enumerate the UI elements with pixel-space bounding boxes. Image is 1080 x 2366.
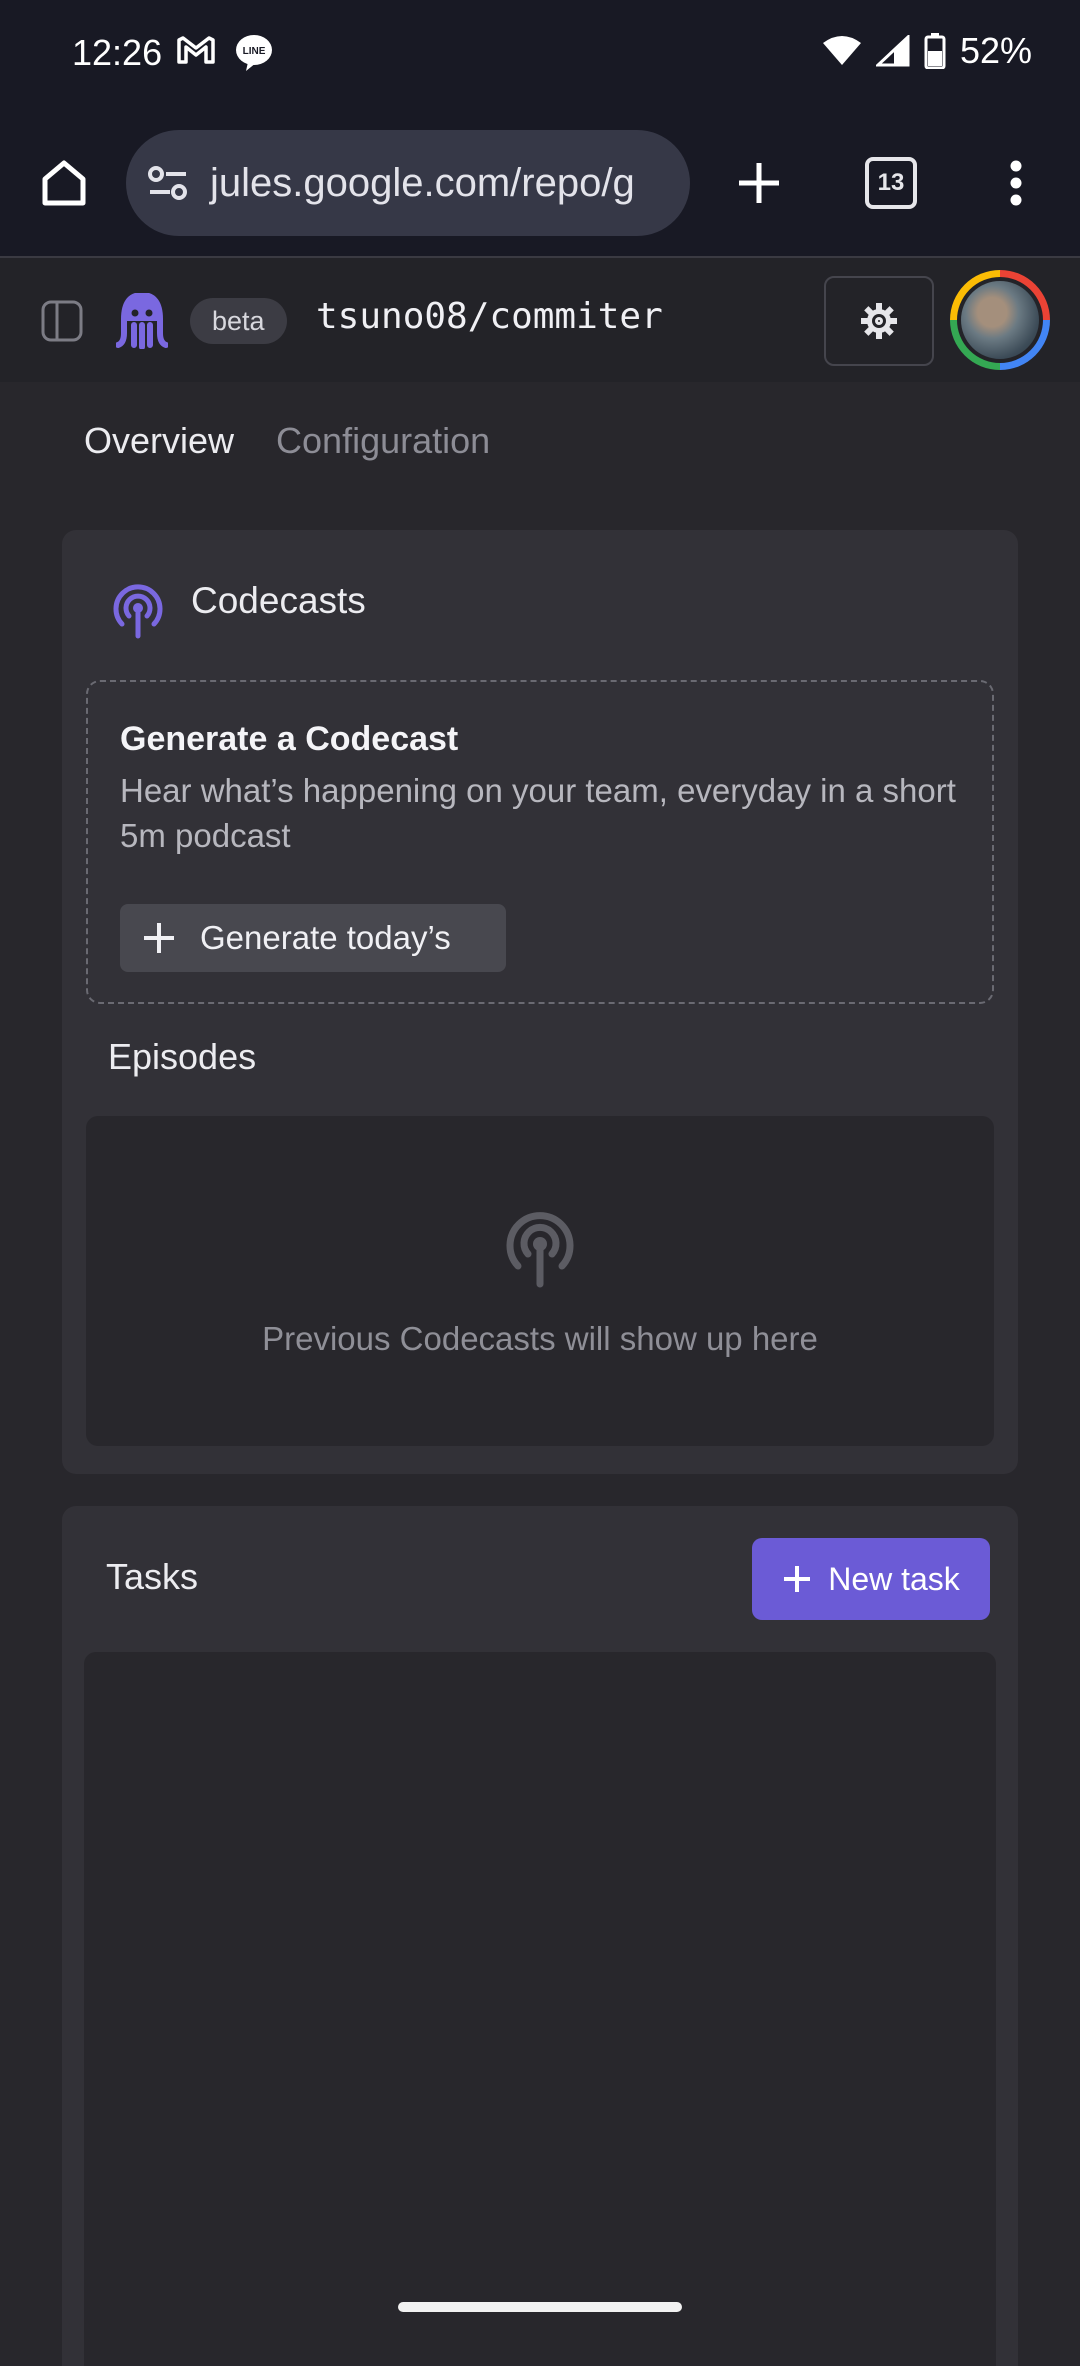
tab-configuration[interactable]: Configuration — [276, 420, 490, 462]
battery-icon — [924, 33, 946, 69]
new-tab-button[interactable] — [726, 150, 792, 216]
sidebar-toggle-icon — [41, 300, 83, 342]
episodes-title: Episodes — [108, 1036, 257, 1077]
plus-icon — [739, 163, 779, 203]
new-task-button[interactable]: New task — [752, 1538, 990, 1620]
gear-icon — [861, 303, 897, 339]
system-icons: 52% — [822, 30, 1032, 72]
settings-button[interactable] — [824, 276, 934, 366]
notification-icons: LINE — [176, 34, 274, 72]
wifi-icon — [822, 36, 861, 65]
battery-level: 52% — [959, 30, 1032, 71]
more-vert-icon — [1010, 160, 1022, 206]
sidebar-toggle-button[interactable] — [36, 296, 88, 346]
home-button[interactable] — [30, 148, 98, 216]
page-tabs: Overview Configuration — [84, 420, 490, 462]
svg-text:LINE: LINE — [243, 46, 266, 57]
repo-name: tsuno08/commiter — [316, 296, 663, 337]
beta-badge: beta — [190, 298, 287, 344]
gmail-icon — [177, 36, 215, 64]
browser-menu-button[interactable] — [990, 150, 1042, 216]
tab-switcher-button[interactable]: 13 — [858, 150, 924, 216]
gesture-nav-bar[interactable] — [398, 2302, 682, 2312]
tasks-title: Tasks — [106, 1556, 199, 1597]
podcast-icon — [113, 584, 163, 639]
jules-logo[interactable] — [114, 292, 170, 350]
status-bar: 12:26 LINE 52% — [0, 0, 1080, 110]
new-task-label: New task — [828, 1560, 960, 1597]
generate-title: Generate a Codecast — [120, 720, 459, 758]
plus-icon — [144, 923, 174, 953]
site-settings-icon[interactable] — [146, 163, 190, 203]
avatar-image — [957, 277, 1043, 363]
address-bar[interactable]: jules.google.com/repo/g — [126, 130, 690, 236]
generate-today-label: Generate today’s — [200, 919, 451, 956]
app-header: beta tsuno08/commiter — [0, 256, 1080, 382]
podcast-empty-icon — [506, 1212, 574, 1288]
generate-today-button[interactable]: Generate today’s — [120, 904, 506, 972]
home-icon — [42, 160, 86, 206]
url-text: jules.google.com/repo/g — [210, 160, 635, 205]
tasks-list — [84, 1652, 996, 2366]
account-avatar[interactable] — [950, 270, 1050, 370]
tab-count: 13 — [865, 157, 917, 209]
line-icon: LINE — [236, 35, 272, 71]
episodes-empty-text: Previous Codecasts will show up here — [262, 1320, 818, 1357]
browser-toolbar: jules.google.com/repo/g 13 — [0, 110, 1080, 256]
status-time: 12:26 — [72, 32, 163, 73]
signal-icon — [875, 35, 910, 67]
tab-overview[interactable]: Overview — [84, 420, 234, 462]
plus-icon — [784, 1566, 811, 1592]
generate-description: Hear what’s happening on your team, ever… — [120, 772, 956, 854]
codecasts-title: Codecasts — [191, 580, 366, 621]
octopus-logo-icon — [116, 293, 168, 349]
